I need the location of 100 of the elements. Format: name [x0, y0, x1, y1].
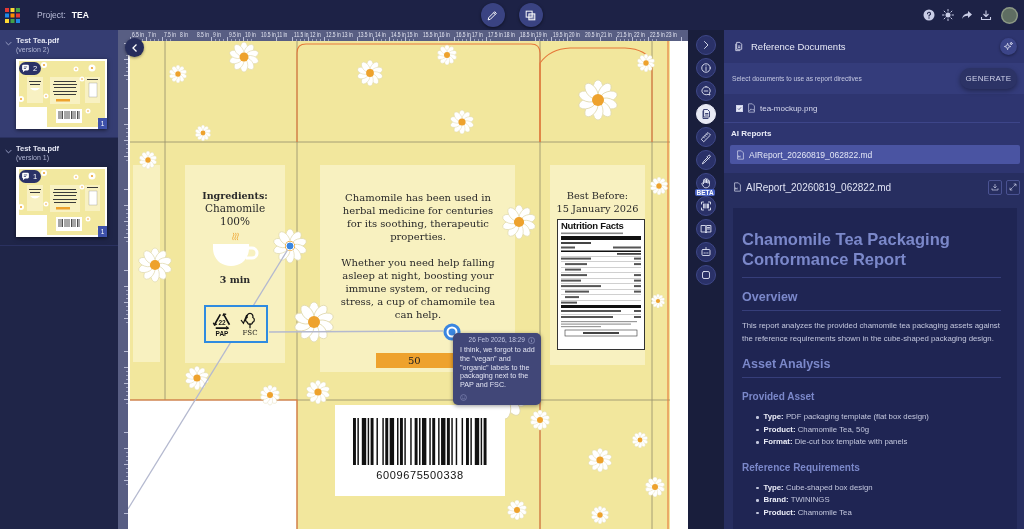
eyedropper-icon [700, 154, 712, 166]
daisy-icon [195, 124, 211, 142]
section-heading: Asset Analysis [742, 357, 832, 372]
edit-button[interactable] [480, 3, 505, 27]
steep-time: 3 min [219, 273, 251, 286]
daisy-icon [294, 301, 334, 343]
share-icon[interactable] [961, 9, 973, 21]
description-paragraph: Chamomile has been used in herbal medicine for centuries for its soothing, therapeutic properties. [341, 191, 495, 243]
subsection-heading: Provided Asset [742, 390, 816, 403]
daisy-icon [450, 109, 474, 135]
download-button[interactable] [988, 179, 1002, 195]
daisy-icon [651, 293, 665, 309]
daisy-icon [229, 41, 259, 73]
square-icon [700, 269, 712, 281]
layers-icon [524, 8, 537, 22]
info-button[interactable] [696, 58, 716, 78]
markdown-file-icon [736, 149, 745, 160]
daisy-icon [306, 379, 330, 405]
hand-icon [700, 177, 712, 189]
expand-button[interactable] [1006, 179, 1020, 195]
best-before-label: Best Before: [566, 189, 629, 202]
daisy-icon [138, 247, 172, 283]
user-avatar[interactable] [1001, 6, 1018, 24]
daisy-icon [502, 204, 536, 240]
compare-button[interactable] [518, 3, 543, 27]
section-heading: Overview [742, 290, 799, 305]
ruler-icon [700, 131, 712, 143]
daisy-icon [437, 44, 457, 66]
nutrition-title: Nutrition Facts [561, 221, 625, 231]
tea-cup-icon [210, 243, 260, 267]
report-file-name: AIReport_20260819_062822.md [746, 181, 893, 193]
info-icon [700, 62, 712, 74]
daisy-icon [169, 64, 187, 84]
scan-icon [700, 200, 712, 212]
chat-icon [21, 172, 30, 181]
sparkle-icon [1003, 41, 1014, 52]
ingredients-heading: Ingredients: [202, 189, 268, 202]
book-icon [700, 223, 712, 235]
bullet-icon [756, 441, 759, 444]
steam-icon [230, 232, 240, 241]
caret-down-icon[interactable] [5, 148, 12, 155]
download-icon[interactable] [980, 9, 992, 21]
documents-button[interactable] [696, 104, 716, 124]
scan-button[interactable] [696, 196, 716, 216]
daisy-icon [357, 59, 383, 87]
robot-icon [700, 246, 712, 258]
bullet-icon [756, 428, 759, 431]
download-icon [991, 183, 999, 191]
report-title: Chamomile Tea Packaging Conformance Report [742, 229, 951, 269]
documents-icon [733, 41, 744, 52]
robot-button[interactable] [696, 242, 716, 262]
daisy-icon [645, 476, 665, 498]
subsection-heading: Reference Requirements [742, 460, 861, 474]
daisy-icon [260, 384, 280, 406]
daisy-icon [632, 431, 648, 449]
book-button[interactable] [696, 219, 716, 239]
document-checkbox[interactable] [736, 104, 743, 112]
best-before-date: 15 January 2026 [556, 202, 639, 215]
panel-title: Reference Documents [751, 41, 847, 52]
project-label: Project: [37, 10, 66, 20]
daisy-icon [507, 499, 527, 521]
daisy-icon [637, 53, 655, 73]
description-paragraph: Whether you need help falling asleep at night, boosting your immune system, or reducing stress, a cup of chamomile tea can help. [339, 256, 497, 321]
help-icon[interactable] [923, 9, 935, 21]
daisy-icon [588, 447, 612, 473]
daisy-icon [273, 228, 307, 264]
color-picker-button[interactable] [696, 150, 716, 170]
markdown-file-icon [733, 182, 742, 192]
bullet-icon [756, 499, 759, 502]
barcode-number: 6009675500338 [376, 468, 464, 482]
chat-icon [700, 85, 712, 97]
expand-icon [1009, 183, 1017, 191]
ai-assist-button[interactable] [1000, 38, 1017, 55]
daisy-icon [578, 79, 618, 121]
bullet-icon [756, 416, 759, 419]
reports-heading: AI Reports [731, 129, 773, 139]
app-logo-icon[interactable] [5, 7, 20, 23]
daisy-icon [650, 176, 668, 196]
measure-button[interactable] [696, 127, 716, 147]
daisy-icon [139, 150, 157, 170]
daisy-icon [591, 505, 609, 525]
document-name: tea-mockup.png [760, 103, 818, 113]
pencil-icon [486, 8, 499, 22]
bullet-icon [756, 486, 759, 489]
ingredient-name: Chamomile [204, 202, 266, 215]
chat-icon [21, 64, 30, 73]
sun-icon[interactable] [942, 9, 954, 21]
ingredient-percent: 100% [220, 215, 250, 228]
generate-button[interactable]: GENERATE [960, 68, 1017, 89]
frame-button[interactable] [696, 265, 716, 285]
daisy-icon [530, 409, 550, 431]
annotation-dot[interactable] [285, 241, 295, 251]
daisy-icon [185, 365, 209, 391]
report-name: AIReport_20260819_062822.md [749, 149, 873, 160]
documents-icon [700, 108, 712, 120]
image-file-icon [747, 103, 756, 113]
bullet-icon [756, 511, 759, 514]
report-item[interactable]: AIReport_20260819_062822.md [730, 145, 1020, 164]
comments-button[interactable] [696, 81, 716, 101]
recycling-icon [212, 311, 232, 330]
